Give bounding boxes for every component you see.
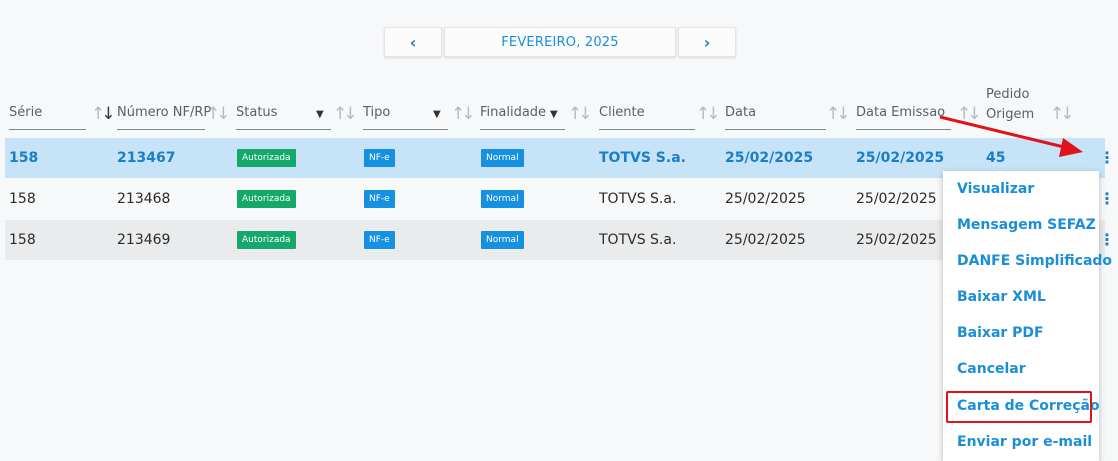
column-tipo[interactable]: Tipo ▼ ↑↓ xyxy=(363,85,475,135)
menu-item-baixar-xml[interactable]: Baixar XML xyxy=(957,286,1046,308)
sort-icon[interactable]: ↑↓ xyxy=(568,104,592,124)
table-row[interactable]: 158 213469 Autorizada NF-e Normal TOTVS … xyxy=(5,220,1115,260)
status-badge: Autorizada xyxy=(237,149,296,167)
column-data[interactable]: Data ↑↓ xyxy=(725,85,850,135)
chevron-left-icon: ‹ xyxy=(409,32,417,52)
month-navigator: ‹ FEVEREIRO, 2025 › xyxy=(384,27,736,57)
menu-item-cancelar[interactable]: Cancelar xyxy=(957,358,1026,380)
menu-item-visualizar[interactable]: Visualizar xyxy=(957,178,1034,200)
type-badge: NF-e xyxy=(364,149,395,167)
sort-icon[interactable]: ↑↓ xyxy=(333,104,357,124)
column-label: Cliente xyxy=(599,105,645,120)
filter-underline xyxy=(363,129,448,130)
purpose-badge: Normal xyxy=(481,149,524,167)
filter-underline xyxy=(856,129,951,130)
sort-icon[interactable]: ↑↓ xyxy=(91,104,116,124)
column-label: Data xyxy=(725,105,757,120)
table-header: Série ↑↓ Número NF/RP ↑↓ Status ▼ ↑↓ Tip… xyxy=(5,85,1105,135)
type-badge: NF-e xyxy=(364,231,395,249)
cell-serie: 158 xyxy=(9,232,36,248)
cell-numero: 213467 xyxy=(117,150,176,166)
table-row[interactable]: 158 213467 Autorizada NF-e Normal TOTVS … xyxy=(5,138,1115,178)
filter-underline xyxy=(9,129,86,130)
purpose-badge: Normal xyxy=(481,231,524,249)
cell-data-emissao: 25/02/2025 xyxy=(856,232,937,248)
sort-icon[interactable]: ↑↓ xyxy=(826,104,850,124)
chevron-right-icon: › xyxy=(703,32,711,52)
status-badge: Autorizada xyxy=(237,190,296,208)
column-finalidade[interactable]: Finalidade ▼ ↑↓ xyxy=(480,85,592,135)
more-options-icon[interactable]: ⋮ xyxy=(1099,179,1115,219)
previous-month-button[interactable]: ‹ xyxy=(384,27,442,57)
sort-icon[interactable]: ↑↓ xyxy=(696,104,720,124)
menu-item-baixar-pdf[interactable]: Baixar PDF xyxy=(957,322,1044,344)
cell-data: 25/02/2025 xyxy=(725,232,806,248)
column-numero[interactable]: Número NF/RP ↑↓ xyxy=(117,85,232,135)
column-label: Status xyxy=(236,105,278,120)
menu-item-mensagem-sefaz[interactable]: Mensagem SEFAZ xyxy=(957,214,1096,236)
status-badge: Autorizada xyxy=(237,231,296,249)
filter-underline xyxy=(480,129,565,130)
cell-cliente: TOTVS S.a. xyxy=(599,232,677,248)
sort-icon[interactable]: ↑↓ xyxy=(1050,104,1074,124)
cell-data: 25/02/2025 xyxy=(725,191,806,207)
sort-icon[interactable]: ↑↓ xyxy=(206,104,230,124)
month-label: FEVEREIRO, 2025 xyxy=(444,27,676,57)
cell-numero: 213468 xyxy=(117,191,171,207)
annotation-highlight-box xyxy=(946,391,1092,423)
cell-numero: 213469 xyxy=(117,232,171,248)
filter-underline xyxy=(725,129,826,130)
sort-icon[interactable]: ↑↓ xyxy=(451,104,475,124)
column-serie[interactable]: Série ↑↓ xyxy=(9,85,116,135)
column-status[interactable]: Status ▼ ↑↓ xyxy=(236,85,357,135)
column-label: Tipo xyxy=(363,105,391,120)
column-cliente[interactable]: Cliente ↑↓ xyxy=(599,85,724,135)
cell-data-emissao: 25/02/2025 xyxy=(856,150,945,166)
cell-serie: 158 xyxy=(9,150,39,166)
column-label: Pedido Origem xyxy=(986,87,1035,122)
column-label: Data Emissao xyxy=(856,105,946,120)
menu-item-danfe-simplificado[interactable]: DANFE Simplificado xyxy=(957,250,1112,272)
sort-icon[interactable]: ↑↓ xyxy=(957,104,981,124)
purpose-badge: Normal xyxy=(481,190,524,208)
next-month-button[interactable]: › xyxy=(678,27,736,57)
more-options-icon[interactable]: ⋮ xyxy=(1099,138,1115,178)
cell-data-emissao: 25/02/2025 xyxy=(856,191,937,207)
column-data-emissao[interactable]: Data Emissao ↑↓ xyxy=(856,85,981,135)
cell-serie: 158 xyxy=(9,191,36,207)
menu-item-enviar-por-email[interactable]: Enviar por e-mail xyxy=(957,431,1092,453)
dropdown-caret-icon[interactable]: ▼ xyxy=(550,109,558,120)
column-label: Finalidade xyxy=(480,105,547,120)
dropdown-caret-icon[interactable]: ▼ xyxy=(316,109,324,120)
filter-underline xyxy=(117,129,205,130)
column-label: Série xyxy=(9,105,43,120)
dropdown-caret-icon[interactable]: ▼ xyxy=(433,109,441,120)
filter-underline xyxy=(599,129,695,130)
column-label: Número NF/RP xyxy=(117,105,212,120)
column-pedido-origem[interactable]: Pedido Origem ↑↓ xyxy=(986,85,1096,135)
cell-cliente: TOTVS S.a. xyxy=(599,150,686,166)
filter-underline xyxy=(236,129,331,130)
table-row[interactable]: 158 213468 Autorizada NF-e Normal TOTVS … xyxy=(5,179,1115,219)
cell-data: 25/02/2025 xyxy=(725,150,814,166)
type-badge: NF-e xyxy=(364,190,395,208)
cell-cliente: TOTVS S.a. xyxy=(599,191,677,207)
